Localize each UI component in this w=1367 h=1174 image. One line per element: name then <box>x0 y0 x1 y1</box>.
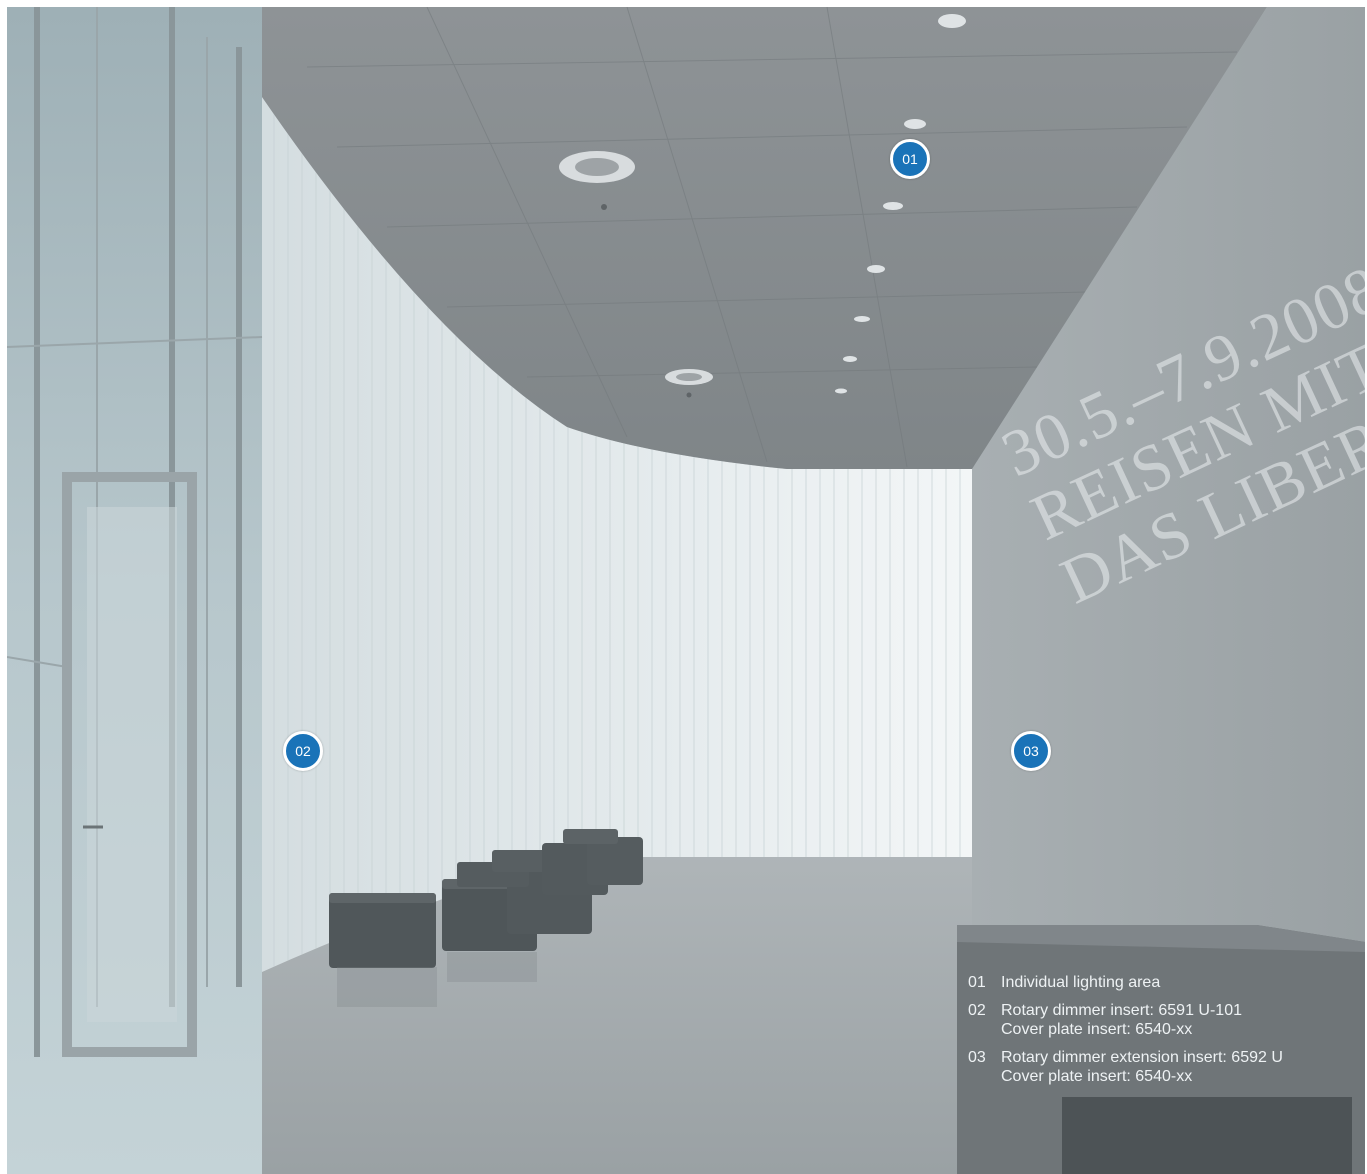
legend-item-03: 03 Rotary dimmer extension insert: 6592 … <box>968 1048 1358 1086</box>
legend-text: Rotary dimmer extension insert: 6592 U <box>1001 1049 1283 1066</box>
marker-02: 02 <box>283 731 323 771</box>
legend-item-02: 02 Rotary dimmer insert: 6591 U-101 Cove… <box>968 1001 1358 1039</box>
legend-text: Cover plate insert: 6540-xx <box>1001 1068 1193 1085</box>
legend-text: Individual lighting area <box>1001 974 1161 991</box>
legend-text: Rotary dimmer insert: 6591 U-101 <box>1001 1002 1242 1019</box>
marker-03: 03 <box>1011 731 1051 771</box>
legend-number: 03 <box>968 1049 986 1066</box>
legend-text: Cover plate insert: 6540-xx <box>1001 1021 1193 1038</box>
marker-01: 01 <box>890 139 930 179</box>
legend: 01 Individual lighting area 02 Rotary di… <box>968 973 1358 1095</box>
legend-number: 01 <box>968 974 986 991</box>
legend-item-01: 01 Individual lighting area <box>968 973 1358 992</box>
legend-number: 02 <box>968 1002 986 1019</box>
